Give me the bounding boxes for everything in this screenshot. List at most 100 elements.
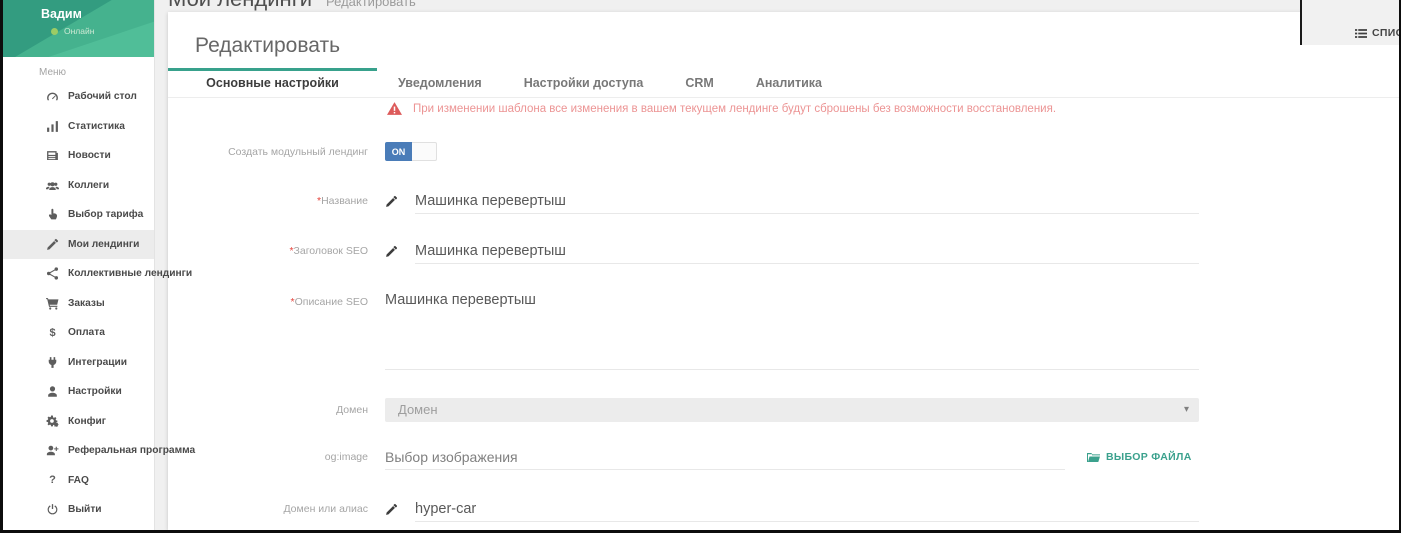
seo-description-textarea[interactable]: Машинка перевертыш — [385, 288, 1199, 370]
sidebar-item-label: Мои лендинги — [68, 239, 139, 250]
tab-main-settings[interactable]: Основные настройки — [168, 68, 377, 97]
domain-label: Домен — [168, 398, 368, 422]
sidebar-item-label: Выбор тарифа — [68, 209, 143, 220]
plug-icon — [45, 356, 60, 369]
name-label: *Название — [168, 188, 368, 214]
tab-crm[interactable]: CRM — [664, 68, 734, 97]
sidebar-item-label: FAQ — [68, 475, 89, 486]
alias-label: Домен или алиас — [168, 496, 368, 522]
cart-icon — [45, 297, 60, 310]
sidebar-item-referral[interactable]: Реферальная программа — [3, 436, 154, 466]
seo-title-field: Машинка перевертыш — [385, 238, 1199, 264]
sidebar-item-label: Новости — [68, 150, 111, 161]
dashboard-icon — [45, 90, 60, 103]
sidebar-item-colleagues[interactable]: Коллеги — [3, 171, 154, 201]
active-tab-indicator — [168, 68, 377, 71]
sidebar-item-integrations[interactable]: Интеграции — [3, 348, 154, 378]
top-right-toolbar: СПИСОК — [1300, 0, 1399, 45]
edit-pencil-icon — [385, 195, 415, 208]
sidebar-item-statistics[interactable]: Статистика — [3, 112, 154, 142]
edit-card: Редактировать Основные настройки Уведомл… — [168, 12, 1399, 530]
hand-pointer-icon — [45, 208, 60, 221]
module-toggle-switch[interactable]: ON — [385, 142, 437, 161]
pencil-icon — [45, 238, 60, 251]
sidebar-item-dashboard[interactable]: Рабочий стол — [3, 82, 154, 112]
question-icon: ? — [45, 474, 60, 486]
sidebar-item-label: Коллеги — [68, 180, 109, 191]
sidebar-item-config[interactable]: Конфиг — [3, 407, 154, 437]
warning-triangle-icon — [387, 102, 402, 115]
og-image-field: Выбор изображения ВЫБОР ФАЙЛА — [385, 444, 1199, 470]
seo-description-field: Машинка перевертыш — [385, 288, 1199, 370]
module-toggle-label: Создать модульный лендинг — [168, 142, 368, 162]
module-toggle-field: ON — [385, 142, 1199, 161]
user-name: Вадим — [41, 7, 82, 21]
seo-title-row: *Заголовок SEO Машинка перевертыш — [168, 238, 1399, 264]
sidebar-item-label: Реферальная программа — [68, 445, 195, 456]
sidebar: Вадим Онлайн Меню Рабочий стол Статистик… — [3, 0, 155, 530]
sidebar-item-news[interactable]: Новости — [3, 141, 154, 171]
domain-select[interactable]: Домен ▾ — [385, 398, 1199, 422]
page-title: Мои лендинги — [168, 0, 312, 12]
name-input[interactable]: Машинка перевертыш — [415, 188, 1199, 214]
sidebar-item-label: Рабочий стол — [68, 91, 137, 102]
bar-chart-icon — [45, 120, 60, 133]
alias-row: Домен или алиас hyper-car — [168, 496, 1399, 522]
sidebar-item-label: Выйти — [68, 504, 102, 515]
page-header: Мои лендинги Редактировать — [168, 0, 788, 12]
sidebar-item-collective-landings[interactable]: Коллективные лендинги — [3, 259, 154, 289]
card-title: Редактировать — [195, 34, 340, 58]
alias-input[interactable]: hyper-car — [415, 496, 1199, 522]
frame-left — [0, 0, 3, 533]
og-image-input[interactable]: Выбор изображения — [385, 444, 1065, 470]
sidebar-item-tariff[interactable]: Выбор тарифа — [3, 200, 154, 230]
menu-section-label: Меню — [39, 67, 154, 78]
sidebar-item-label: Настройки — [68, 386, 122, 397]
warning-banner: При изменении шаблона все изменения в ва… — [387, 102, 1056, 115]
sidebar-item-faq[interactable]: ? FAQ — [3, 466, 154, 496]
sidebar-item-label: Статистика — [68, 121, 125, 132]
sidebar-user-header: Вадим Онлайн — [3, 0, 154, 57]
share-icon — [45, 267, 60, 280]
module-toggle-row: Создать модульный лендинг ON — [168, 142, 1399, 162]
list-icon — [1355, 29, 1367, 38]
list-button-label: СПИСОК — [1372, 27, 1399, 39]
user-icon — [45, 385, 60, 398]
sidebar-item-orders[interactable]: Заказы — [3, 289, 154, 319]
domain-row: Домен Домен ▾ — [168, 398, 1399, 422]
toggle-knob — [412, 142, 437, 161]
main-content: Мои лендинги Редактировать СПИСОК Редакт… — [155, 0, 1399, 530]
online-status: Онлайн — [51, 26, 94, 36]
chevron-down-icon: ▾ — [1184, 398, 1189, 422]
tab-analytics[interactable]: Аналитика — [735, 68, 843, 97]
tab-notifications[interactable]: Уведомления — [377, 68, 503, 97]
online-status-label: Онлайн — [64, 26, 94, 36]
sidebar-item-my-landings[interactable]: Мои лендинги — [3, 230, 154, 260]
list-view-button[interactable]: СПИСОК — [1355, 27, 1399, 39]
dollar-icon: $ — [45, 327, 60, 339]
choose-file-button[interactable]: ВЫБОР ФАЙЛА — [1087, 451, 1192, 463]
seo-description-label: *Описание SEO — [168, 288, 368, 308]
news-icon — [45, 149, 60, 162]
tab-access-settings[interactable]: Настройки доступа — [503, 68, 665, 97]
sidebar-item-label: Оплата — [68, 327, 105, 338]
user-plus-icon — [45, 444, 60, 457]
edit-pencil-icon — [385, 503, 415, 516]
name-row: *Название Машинка перевертыш — [168, 188, 1399, 214]
sidebar-item-settings[interactable]: Настройки — [3, 377, 154, 407]
sidebar-item-label: Интеграции — [68, 357, 127, 368]
seo-title-label: *Заголовок SEO — [168, 238, 368, 264]
power-icon — [45, 503, 60, 516]
breadcrumb: Редактировать — [326, 0, 416, 9]
name-field: Машинка перевертыш — [385, 188, 1199, 214]
online-dot-icon — [51, 28, 58, 35]
sidebar-item-logout[interactable]: Выйти — [3, 495, 154, 525]
og-image-row: og:image Выбор изображения ВЫБОР ФАЙЛА — [168, 444, 1399, 470]
seo-title-input[interactable]: Машинка перевертыш — [415, 238, 1199, 264]
tab-bar: Основные настройки Уведомления Настройки… — [168, 68, 1399, 98]
folder-icon — [1087, 452, 1100, 463]
app-root: Вадим Онлайн Меню Рабочий стол Статистик… — [0, 0, 1401, 533]
sidebar-item-payment[interactable]: $ Оплата — [3, 318, 154, 348]
domain-field: Домен ▾ — [385, 398, 1199, 422]
warning-text: При изменении шаблона все изменения в ва… — [413, 103, 1056, 115]
